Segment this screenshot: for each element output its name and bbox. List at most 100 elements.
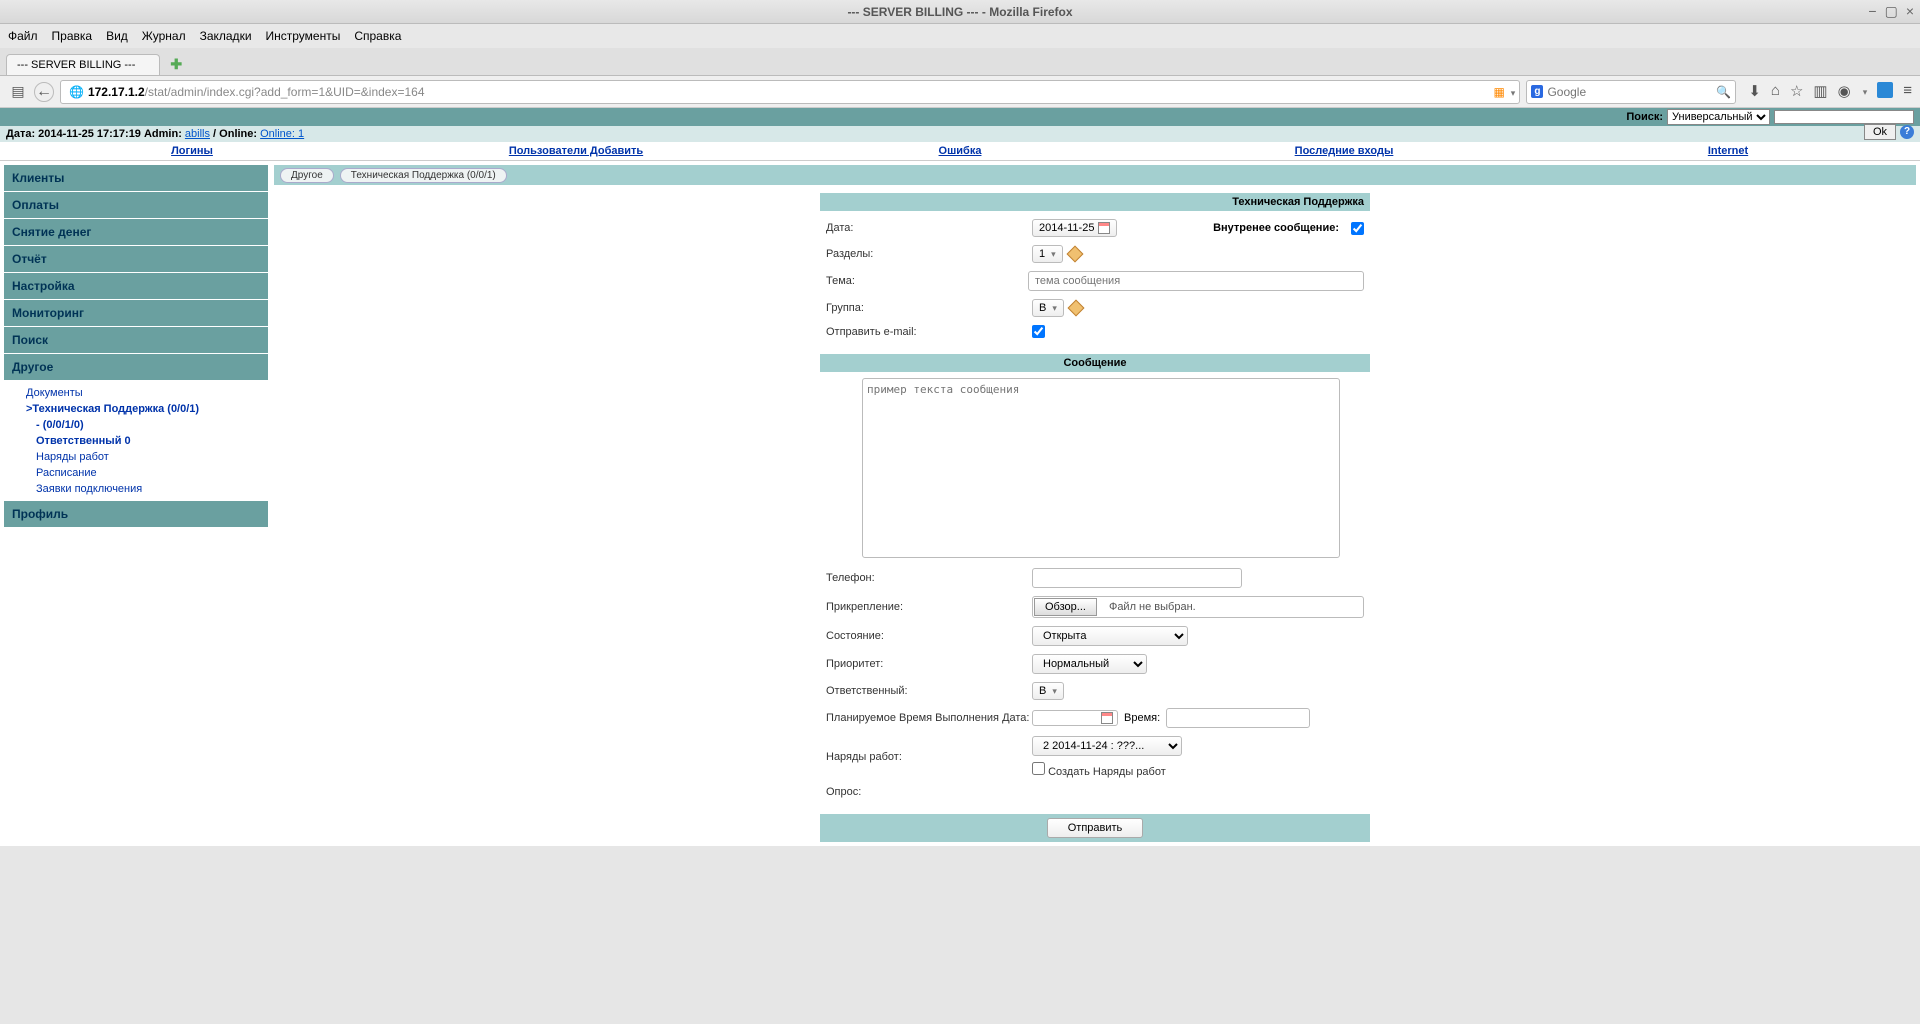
label-priority: Приоритет:: [826, 658, 1032, 670]
label-attach: Прикрепление:: [826, 601, 1032, 613]
submit-button[interactable]: Отправить: [1047, 818, 1144, 838]
menu-help[interactable]: Справка: [354, 29, 401, 43]
label-group: Группа:: [826, 302, 1032, 314]
url-bar[interactable]: 🌐 172.17.1.2/stat/admin/index.cgi?add_fo…: [60, 80, 1520, 104]
label-orders: Наряды работ:: [826, 751, 1032, 763]
sidebar-item-search[interactable]: Поиск: [4, 327, 268, 354]
sidebar-item-payments[interactable]: Оплаты: [4, 192, 268, 219]
bookmarks-icon[interactable]: ▥: [1813, 82, 1827, 102]
search-go-icon[interactable]: 🔍: [1716, 85, 1731, 99]
breadcrumb-bar: Другое Техническая Поддержка (0/0/1): [274, 165, 1916, 185]
sub-documents[interactable]: Документы: [20, 385, 260, 401]
submit-bar: Отправить: [820, 814, 1370, 842]
sidebar-toggle-icon[interactable]: ▤: [8, 82, 28, 102]
screenshot-icon[interactable]: [1877, 82, 1893, 102]
home-icon[interactable]: ⌂: [1771, 82, 1780, 102]
globe-icon: 🌐: [69, 85, 84, 99]
status-date-admin: Дата: 2014-11-25 17:17:19 Admin:: [6, 128, 185, 140]
browse-button[interactable]: Обзор...: [1034, 598, 1097, 616]
search-input[interactable]: [1547, 85, 1716, 99]
sendmail-checkbox[interactable]: [1032, 325, 1045, 338]
help-icon[interactable]: ?: [1900, 125, 1914, 139]
ok-button[interactable]: Ok: [1864, 124, 1896, 140]
tag-other[interactable]: Другое: [280, 168, 334, 183]
close-icon[interactable]: ×: [1906, 3, 1914, 20]
sections-select[interactable]: 1: [1032, 245, 1063, 263]
search-label: Поиск:: [1626, 111, 1663, 123]
url-dropdown-icon[interactable]: [1509, 85, 1516, 99]
admin-link[interactable]: abills: [185, 128, 210, 140]
nav-logins[interactable]: Логины: [0, 142, 384, 160]
nav-internet[interactable]: Internet: [1536, 142, 1920, 160]
sub-dash[interactable]: - (0/0/1/0): [20, 417, 260, 433]
rss-icon[interactable]: ▦: [1493, 85, 1504, 99]
search-bar[interactable]: g 🔍: [1526, 80, 1736, 104]
orders-select[interactable]: 2 2014-11-24 : ???...: [1032, 736, 1182, 756]
label-time: Время:: [1124, 712, 1160, 724]
sidebar-item-profile[interactable]: Профиль: [4, 501, 268, 528]
menu-view[interactable]: Вид: [106, 29, 128, 43]
page-search-input[interactable]: [1774, 110, 1914, 124]
sidebar-item-withdraw[interactable]: Снятие денег: [4, 219, 268, 246]
browser-toolbar: ▤ ← 🌐 172.17.1.2/stat/admin/index.cgi?ad…: [0, 76, 1920, 108]
edit-sections-icon[interactable]: [1066, 246, 1083, 263]
sidebar-item-settings[interactable]: Настройка: [4, 273, 268, 300]
label-state: Состояние:: [826, 630, 1032, 642]
planned-date-input[interactable]: [1032, 710, 1118, 726]
phone-input[interactable]: [1032, 568, 1242, 588]
state-select[interactable]: Открыта: [1032, 626, 1188, 646]
edit-group-icon[interactable]: [1067, 300, 1084, 317]
search-type-select[interactable]: Универсальный: [1667, 109, 1770, 125]
date-picker[interactable]: 2014-11-25: [1032, 219, 1117, 237]
create-orders-wrap: Создать Наряды работ: [1032, 762, 1238, 778]
star-icon[interactable]: ☆: [1790, 82, 1803, 102]
more-icon[interactable]: [1861, 82, 1868, 102]
sidebar-item-monitoring[interactable]: Мониторинг: [4, 300, 268, 327]
sub-responsible[interactable]: Ответственный 0: [20, 433, 260, 449]
message-textarea[interactable]: [862, 378, 1340, 558]
menu-tools[interactable]: Инструменты: [266, 29, 341, 43]
back-icon[interactable]: ←: [34, 82, 54, 102]
sub-orders[interactable]: Наряды работ: [20, 449, 260, 465]
form-title: Техническая Поддержка: [820, 193, 1370, 211]
label-phone: Телефон:: [826, 572, 1032, 584]
nav-links: Логины Пользователи Добавить Ошибка Посл…: [0, 142, 1920, 161]
maximize-icon[interactable]: ▢: [1885, 3, 1898, 20]
nav-last-logins[interactable]: Последние входы: [1152, 142, 1536, 160]
nav-users-add[interactable]: Пользователи Добавить: [384, 142, 768, 160]
responsible-select[interactable]: В: [1032, 682, 1064, 700]
calendar-icon: [1101, 712, 1113, 724]
minimize-icon[interactable]: −: [1868, 3, 1876, 20]
window-title: --- SERVER BILLING --- - Mozilla Firefox: [847, 5, 1072, 19]
download-icon[interactable]: ⬇: [1748, 82, 1761, 102]
status-line: Дата: 2014-11-25 17:17:19 Admin: abills …: [0, 126, 1920, 142]
menu-file[interactable]: Файл: [8, 29, 38, 43]
create-orders-checkbox[interactable]: [1032, 762, 1045, 775]
nav-error[interactable]: Ошибка: [768, 142, 1152, 160]
menu-bookmarks[interactable]: Закладки: [200, 29, 252, 43]
priority-select[interactable]: Нормальный: [1032, 654, 1147, 674]
sidebar-item-clients[interactable]: Клиенты: [4, 165, 268, 192]
time-input[interactable]: [1166, 708, 1310, 728]
sidebar-item-report[interactable]: Отчёт: [4, 246, 268, 273]
sidebar-submenu: Документы >Техническая Поддержка (0/0/1)…: [4, 381, 268, 501]
menu-history[interactable]: Журнал: [142, 29, 186, 43]
online-link[interactable]: Online: 1: [260, 128, 304, 140]
sidebar-item-other[interactable]: Другое: [4, 354, 268, 381]
tab-title: --- SERVER BILLING ---: [17, 59, 135, 71]
google-icon: g: [1531, 85, 1543, 98]
content-area: Другое Техническая Поддержка (0/0/1) Тех…: [274, 165, 1916, 842]
addon-icon[interactable]: ◉: [1838, 82, 1851, 102]
menu-edit[interactable]: Правка: [52, 29, 93, 43]
sub-schedule[interactable]: Расписание: [20, 465, 260, 481]
browser-tab[interactable]: --- SERVER BILLING ---: [6, 54, 160, 75]
tag-support[interactable]: Техническая Поддержка (0/0/1): [340, 168, 507, 183]
hamburger-icon[interactable]: ≡: [1903, 82, 1912, 102]
tabbar: --- SERVER BILLING --- ✚: [0, 48, 1920, 76]
group-select[interactable]: В: [1032, 299, 1064, 317]
sub-requests[interactable]: Заявки подключения: [20, 481, 260, 497]
subject-input[interactable]: [1028, 271, 1364, 291]
sub-support[interactable]: >Техническая Поддержка (0/0/1): [20, 401, 260, 417]
new-tab-icon[interactable]: ✚: [164, 54, 188, 75]
internal-checkbox[interactable]: [1351, 222, 1364, 235]
